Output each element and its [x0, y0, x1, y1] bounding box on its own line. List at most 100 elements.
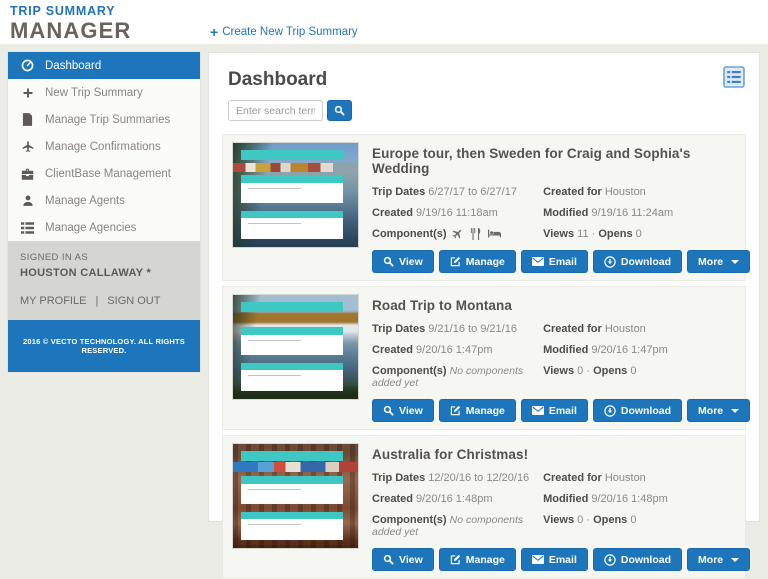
my-profile-link[interactable]: MY PROFILE [20, 295, 86, 307]
view-button[interactable]: View [372, 250, 434, 273]
sidebar: Dashboard New Trip Summary Manage Trip S… [8, 52, 200, 372]
components-label: Component(s) [372, 365, 447, 377]
views-label: Views [543, 365, 574, 377]
caret-down-icon [731, 558, 739, 562]
thumbnail-header-bar [241, 150, 344, 159]
download-button[interactable]: Download [593, 548, 682, 571]
caret-down-icon [731, 260, 739, 264]
more-button[interactable]: More [687, 250, 750, 273]
signed-in-user-name: HOUSTON CALLAWAY * [20, 267, 188, 279]
search-icon [334, 105, 345, 116]
created-for-cell: Created for Houston [543, 472, 736, 484]
opens-label: Opens [593, 514, 627, 526]
components-label: Component(s) [372, 228, 447, 240]
modified-value: 9/19/16 11:24am [591, 207, 673, 219]
email-button[interactable]: Email [521, 250, 588, 273]
trip-thumbnail[interactable] [232, 443, 359, 549]
created-for-cell: Created for Houston [543, 323, 736, 335]
manage-button[interactable]: Manage [439, 548, 516, 571]
sidebar-item-manage-confirmations[interactable]: Manage Confirmations [8, 133, 200, 160]
thumbnail-section [241, 512, 344, 540]
airplane-icon [452, 228, 463, 240]
view-button[interactable]: View [372, 399, 434, 422]
dashboard-gauge-icon [20, 59, 35, 72]
list-view-icon[interactable] [723, 66, 745, 88]
trip-dates-cell: Trip Dates 9/21/16 to 9/21/16 [372, 323, 543, 335]
page-title: Dashboard [228, 69, 327, 91]
user-icon [20, 194, 35, 207]
download-icon [604, 256, 616, 268]
created-for-label: Created for [543, 472, 602, 484]
modified-value: 9/20/16 1:47pm [591, 344, 667, 356]
signed-in-block: SIGNED IN AS HOUSTON CALLAWAY * MY PROFI… [8, 241, 200, 320]
trip-card: Road Trip to Montana Trip Dates 9/21/16 … [222, 286, 746, 430]
email-button[interactable]: Email [521, 399, 588, 422]
sidebar-item-label: Manage Confirmations [45, 141, 161, 153]
search-icon [383, 256, 394, 267]
view-button[interactable]: View [372, 548, 434, 571]
search-icon [383, 405, 394, 416]
sidebar-nav: Dashboard New Trip Summary Manage Trip S… [8, 52, 200, 241]
more-button[interactable]: More [687, 548, 750, 571]
created-for-value: Houston [605, 186, 646, 198]
sidebar-item-dashboard[interactable]: Dashboard [8, 52, 200, 79]
app-header: TRIP SUMMARY MANAGER + Create New Trip S… [0, 0, 768, 44]
app-logo[interactable]: TRIP SUMMARY MANAGER [10, 5, 131, 42]
trip-dates-value: 6/27/17 to 6/27/17 [428, 186, 517, 198]
opens-label: Opens [593, 365, 627, 377]
modified-cell: Modified 9/20/16 1:48pm [543, 493, 736, 505]
email-button[interactable]: Email [521, 548, 588, 571]
trip-card-list: Europe tour, then Sweden for Craig and S… [222, 134, 746, 579]
edit-icon [450, 405, 461, 416]
sidebar-item-manage-agents[interactable]: Manage Agents [8, 187, 200, 214]
created-cell: Created 9/20/16 1:48pm [372, 493, 543, 505]
edit-icon [450, 554, 461, 565]
create-link-label: Create New Trip Summary [222, 26, 357, 38]
trip-title: Road Trip to Montana [372, 298, 736, 313]
opens-value: 0 [630, 365, 636, 377]
trip-dates-value: 9/21/16 to 9/21/16 [428, 323, 517, 335]
search-button[interactable] [327, 100, 352, 121]
more-button[interactable]: More [687, 399, 750, 422]
components-cell: Component(s) [372, 228, 543, 240]
views-separator: · [586, 514, 590, 526]
search-input[interactable] [228, 100, 323, 121]
views-value: 0 [577, 514, 583, 526]
manage-button[interactable]: Manage [439, 250, 516, 273]
links-separator: | [95, 295, 98, 307]
trip-title: Australia for Christmas! [372, 447, 736, 462]
thumbnail-section [241, 476, 344, 504]
created-for-cell: Created for Houston [543, 186, 736, 198]
sidebar-item-label: New Trip Summary [45, 87, 143, 99]
copyright-footer: 2016 © VECTO TECHNOLOGY. ALL RIGHTS RESE… [8, 320, 200, 372]
search-icon [383, 554, 394, 565]
sidebar-item-manage-trip-summaries[interactable]: Manage Trip Summaries [8, 106, 200, 133]
briefcase-icon [20, 168, 35, 180]
created-cell: Created 9/19/16 11:18am [372, 207, 543, 219]
trip-thumbnail[interactable] [232, 294, 359, 400]
create-new-trip-summary-link[interactable]: + Create New Trip Summary [210, 25, 358, 39]
trip-dates-label: Trip Dates [372, 323, 425, 335]
trip-card: Europe tour, then Sweden for Craig and S… [222, 134, 746, 281]
sidebar-item-manage-agencies[interactable]: Manage Agencies [8, 214, 200, 241]
sidebar-item-clientbase-management[interactable]: ClientBase Management [8, 160, 200, 187]
logo-line1: TRIP SUMMARY [10, 5, 131, 18]
thumbnail-section [241, 175, 344, 203]
created-for-label: Created for [543, 186, 602, 198]
envelope-icon [532, 257, 544, 266]
sidebar-item-label: ClientBase Management [45, 168, 171, 180]
caret-down-icon [731, 409, 739, 413]
sign-out-link[interactable]: SIGN OUT [107, 295, 160, 307]
modified-cell: Modified 9/19/16 11:24am [543, 207, 736, 219]
download-button[interactable]: Download [593, 250, 682, 273]
download-button[interactable]: Download [593, 399, 682, 422]
sidebar-item-new-trip-summary[interactable]: New Trip Summary [8, 79, 200, 106]
list-icon [20, 222, 35, 234]
views-value: 0 [577, 365, 583, 377]
sidebar-item-label: Manage Trip Summaries [45, 114, 170, 126]
trip-thumbnail[interactable] [232, 142, 359, 248]
manage-button[interactable]: Manage [439, 399, 516, 422]
created-value: 9/20/16 1:47pm [416, 344, 492, 356]
sidebar-item-label: Manage Agents [45, 195, 125, 207]
trip-dates-value: 12/20/16 to 12/20/16 [428, 472, 529, 484]
